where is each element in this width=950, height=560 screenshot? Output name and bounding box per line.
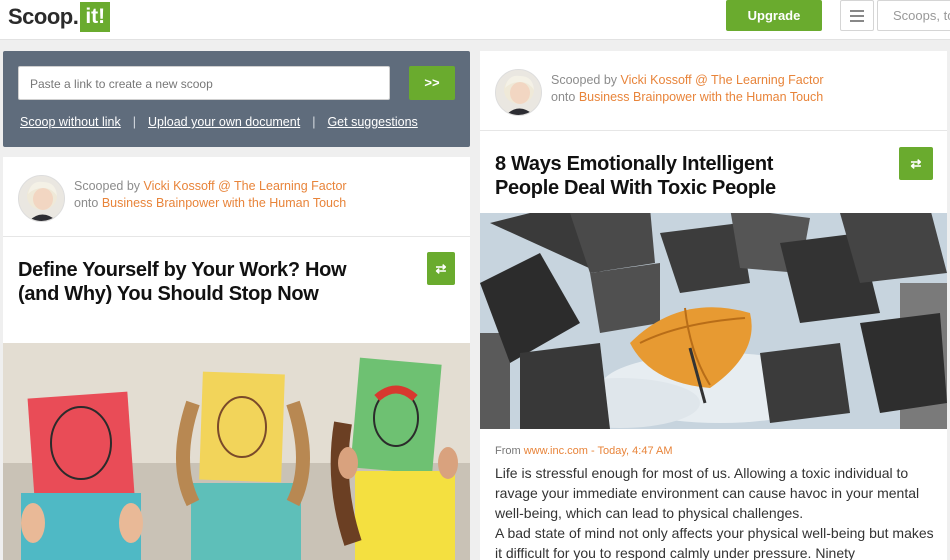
source-link[interactable]: www.inc.com: [524, 445, 588, 457]
scooper-text: Scooped by Vicki Kossoff @ The Learning …: [74, 178, 347, 212]
scoop-options: Scoop without link | Upload your own doc…: [20, 115, 418, 129]
post-card: Scooped by Vicki Kossoff @ The Learning …: [480, 51, 947, 560]
scoop-link-input[interactable]: Paste a link to create a new scoop: [18, 66, 390, 100]
scoop-without-link[interactable]: Scoop without link: [20, 115, 121, 129]
onto-label: onto: [74, 196, 99, 210]
scooper-info: Scooped by Vicki Kossoff @ The Learning …: [3, 157, 470, 237]
post-title[interactable]: Define Yourself by Your Work? How (and W…: [18, 258, 348, 306]
onto-label: onto: [551, 90, 576, 104]
hamburger-icon[interactable]: [840, 0, 874, 31]
excerpt-paragraph: A bad state of mind not only affects you…: [495, 525, 934, 560]
post-card: Scooped by Vicki Kossoff @ The Learning …: [3, 157, 470, 560]
rescoop-icon[interactable]: ⇄: [427, 252, 455, 285]
scoop-submit-button[interactable]: >>: [409, 66, 455, 100]
scooped-by-label: Scooped by: [74, 179, 141, 193]
separator: |: [312, 115, 316, 129]
topic-link[interactable]: Business Brainpower with the Human Touch: [102, 196, 346, 210]
excerpt-paragraph: Life is stressful enough for most of us.…: [495, 465, 920, 521]
scooped-by-label: Scooped by: [551, 73, 618, 87]
source-timestamp: - Today, 4:47 AM: [590, 445, 673, 457]
rescoop-icon[interactable]: ⇄: [899, 147, 933, 180]
author-link[interactable]: Vicki Kossoff @ The Learning Factor: [144, 179, 347, 193]
upgrade-button[interactable]: Upgrade: [726, 0, 822, 31]
author-link[interactable]: Vicki Kossoff @ The Learning Factor: [621, 73, 824, 87]
get-suggestions-link[interactable]: Get suggestions: [327, 115, 417, 129]
avatar[interactable]: [495, 69, 542, 116]
upload-document-link[interactable]: Upload your own document: [148, 115, 300, 129]
scooper-text: Scooped by Vicki Kossoff @ The Learning …: [551, 72, 824, 106]
post-title[interactable]: 8 Ways Emotionally Intelligent People De…: [495, 152, 815, 200]
avatar[interactable]: [18, 175, 65, 222]
post-image[interactable]: [480, 213, 947, 429]
search-input[interactable]: Scoops, topics: [877, 0, 950, 31]
scoopit-logo[interactable]: Scoop. it!: [8, 1, 111, 33]
logo-text: Scoop.: [8, 4, 79, 29]
post-image[interactable]: [3, 343, 470, 560]
post-source: From www.inc.com - Today, 4:47 AM: [495, 445, 673, 457]
logo-badge: it!: [80, 2, 111, 32]
post-excerpt: Life is stressful enough for most of us.…: [495, 463, 935, 560]
top-bar: Scoop. it! Upgrade Scoops, topics: [0, 0, 950, 40]
new-scoop-panel: Paste a link to create a new scoop >> Sc…: [3, 51, 470, 147]
separator: |: [132, 115, 137, 129]
scooper-info: Scooped by Vicki Kossoff @ The Learning …: [480, 51, 947, 131]
source-from-label: From: [495, 445, 521, 457]
topic-link[interactable]: Business Brainpower with the Human Touch: [579, 90, 823, 104]
